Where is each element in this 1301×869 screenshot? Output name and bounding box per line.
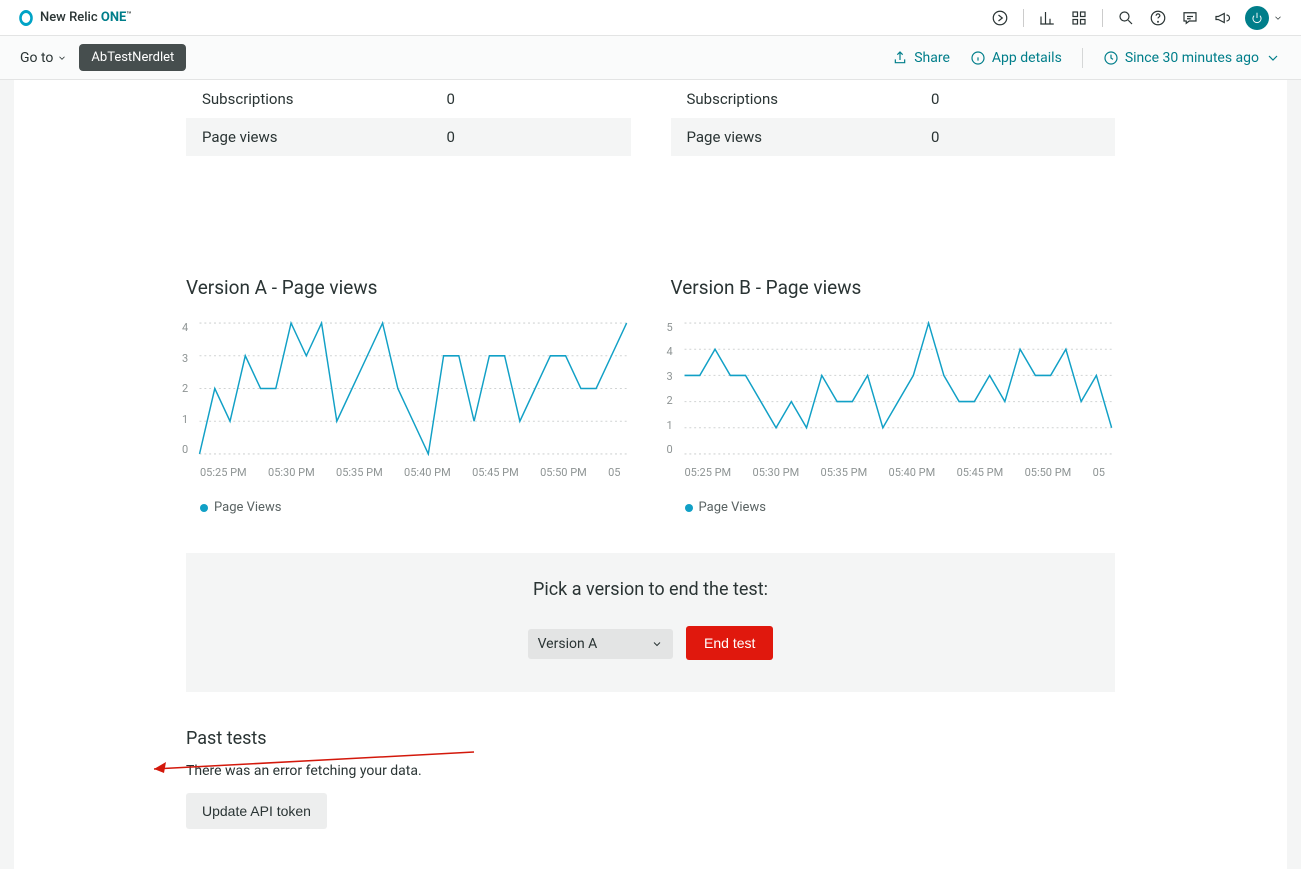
x-axis: 05:25 PM05:30 PM05:35 PM05:40 PM05:45 PM…: [186, 460, 631, 479]
y-axis: 43210: [182, 321, 188, 456]
chart-version-a: Version A - Page views 43210 05:25 PM05:…: [186, 276, 631, 515]
separator: [1023, 9, 1024, 27]
version-select[interactable]: Version A: [528, 629, 673, 659]
legend-dot-icon: [685, 504, 693, 512]
chevron-down-icon: [651, 638, 663, 650]
time-picker[interactable]: Since 30 minutes ago: [1103, 50, 1281, 66]
logo-mark-icon: [19, 10, 33, 26]
chart-legend: Page Views: [671, 486, 1116, 515]
chart-version-b: Version B - Page views 543210 05:25 PM05…: [671, 276, 1116, 515]
x-axis: 05:25 PM05:30 PM05:35 PM05:40 PM05:45 PM…: [671, 460, 1116, 479]
goto-dropdown[interactable]: Go to: [20, 50, 67, 66]
summary-tables-row: Subscriptions0 Page views0 Subscriptions…: [14, 80, 1287, 156]
global-header: New Relic ONE™: [0, 0, 1301, 36]
help-icon[interactable]: [1149, 9, 1167, 27]
header-actions: [991, 6, 1283, 30]
table-row: Subscriptions0: [671, 80, 1116, 118]
error-message: There was an error fetching your data.: [186, 763, 1115, 779]
update-api-token-button[interactable]: Update API token: [186, 793, 327, 829]
brand-text: New Relic ONE™: [40, 10, 131, 25]
past-tests-section: Past tests There was an error fetching y…: [14, 692, 1287, 829]
charts-row: Version A - Page views 43210 05:25 PM05:…: [14, 156, 1287, 515]
summary-table-a: Subscriptions0 Page views0: [186, 80, 631, 156]
app-details-button[interactable]: App details: [970, 50, 1062, 66]
table-row: Page views0: [186, 118, 631, 156]
legend-dot-icon: [200, 504, 208, 512]
end-test-heading: Pick a version to end the test:: [186, 579, 1115, 600]
chart-legend: Page Views: [186, 486, 631, 515]
avatar-icon: [1245, 6, 1269, 30]
table-row: Subscriptions0: [186, 80, 631, 118]
share-button[interactable]: Share: [892, 50, 950, 66]
past-tests-heading: Past tests: [186, 728, 1115, 749]
sub-toolbar: Go to AbTestNerdlet Share App details Si…: [0, 36, 1301, 80]
end-test-button[interactable]: End test: [686, 626, 773, 660]
chart-canvas[interactable]: [186, 321, 631, 456]
y-axis: 543210: [667, 321, 673, 456]
separator: [1102, 9, 1103, 27]
chart-title: Version B - Page views: [671, 276, 1116, 299]
user-menu[interactable]: [1245, 6, 1283, 30]
announce-icon[interactable]: [1213, 9, 1231, 27]
chevron-down-icon: [1273, 13, 1283, 23]
apps-grid-icon[interactable]: [1070, 9, 1088, 27]
table-row: Page views0: [671, 118, 1116, 156]
brand-logo[interactable]: New Relic ONE™: [18, 10, 131, 26]
search-icon[interactable]: [1117, 9, 1135, 27]
launch-icon[interactable]: [991, 9, 1009, 27]
feedback-icon[interactable]: [1181, 9, 1199, 27]
chart-title: Version A - Page views: [186, 276, 631, 299]
summary-table-b: Subscriptions0 Page views0: [671, 80, 1116, 156]
chart-icon[interactable]: [1038, 9, 1056, 27]
chart-canvas[interactable]: [671, 321, 1116, 456]
separator: [1082, 48, 1083, 68]
end-test-panel: Pick a version to end the test: Version …: [186, 553, 1115, 692]
nerdlet-badge: AbTestNerdlet: [79, 44, 186, 71]
